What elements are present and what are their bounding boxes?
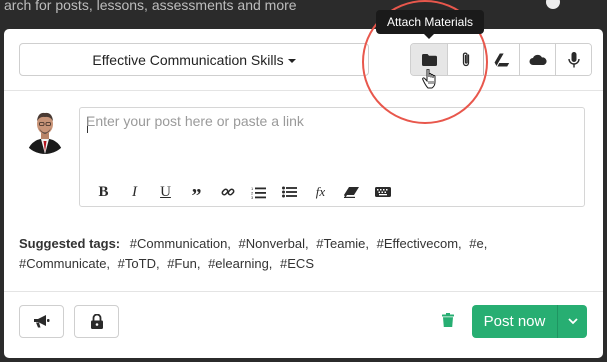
header-divider [4, 90, 603, 91]
tag-link[interactable]: #ToTD, [118, 256, 160, 271]
folder-icon [421, 53, 437, 66]
bullet-list-icon [282, 186, 297, 198]
create-post-dialog: Effective Communication Skills Enter you… [4, 29, 603, 358]
microphone-icon [567, 51, 580, 67]
topic-select[interactable]: Effective Communication Skills [19, 43, 369, 76]
paperclip-icon [462, 52, 469, 67]
eraser-icon [344, 186, 359, 198]
record-audio-button[interactable] [555, 44, 591, 75]
tag-link[interactable]: #Communicate, [19, 256, 110, 271]
chevron-down-icon [567, 318, 578, 325]
link-icon [221, 188, 234, 196]
onedrive-cloud-icon [529, 54, 547, 65]
footer-divider [4, 291, 603, 292]
post-now-label: Post now [483, 313, 546, 330]
tag-link[interactable]: #Fun, [167, 256, 200, 271]
post-editor: B I U ” 123 fx [79, 107, 585, 207]
italic-button[interactable]: I [119, 182, 150, 202]
tag-link[interactable]: #Nonverbal, [239, 236, 309, 251]
attach-materials-tooltip: Attach Materials [376, 10, 484, 39]
formula-button[interactable]: fx [305, 182, 336, 202]
bold-button[interactable]: B [88, 182, 119, 202]
tag-link[interactable]: #elearning, [208, 256, 272, 271]
suggested-tags-label: Suggested tags: [19, 236, 121, 251]
background-search-hint: arch for posts, lessons, assessments and… [4, 0, 297, 13]
ordered-list-icon: 123 [251, 186, 266, 199]
post-textarea[interactable] [86, 113, 576, 173]
underline-button[interactable]: U [150, 182, 181, 202]
topic-select-value: Effective Communication Skills [92, 51, 284, 68]
google-drive-icon [493, 52, 510, 67]
suggested-tags: Suggested tags: #Communication, #Nonverb… [19, 234, 589, 274]
megaphone-icon [33, 315, 49, 328]
insert-link-button[interactable] [212, 182, 243, 202]
trash-icon [442, 313, 454, 327]
onedrive-button[interactable] [519, 44, 555, 75]
tag-link[interactable]: #ECS [280, 256, 314, 271]
ordered-list-button[interactable]: 123 [243, 182, 274, 202]
google-drive-button[interactable] [483, 44, 519, 75]
keyboard-button[interactable] [367, 182, 398, 202]
hand-pointer-cursor-icon [422, 68, 438, 94]
caret-down-icon [287, 58, 296, 63]
lock-icon [90, 314, 103, 329]
blockquote-button[interactable]: ” [181, 182, 212, 207]
info-icon [546, 0, 560, 9]
announcement-button[interactable] [19, 305, 64, 338]
clear-format-button[interactable] [336, 182, 367, 202]
privacy-lock-button[interactable] [74, 305, 119, 338]
discard-post-button[interactable] [442, 313, 454, 332]
post-options-dropdown[interactable] [558, 318, 587, 325]
tag-link[interactable]: #Teamie, [316, 236, 369, 251]
keyboard-icon [374, 187, 391, 197]
tag-link[interactable]: #Effectivecom, [377, 236, 462, 251]
tag-link[interactable]: #Communication, [130, 236, 231, 251]
post-now-button[interactable]: Post now [472, 305, 587, 338]
bullet-list-button[interactable] [274, 182, 305, 202]
svg-text:3: 3 [251, 195, 254, 199]
attach-file-button[interactable] [447, 44, 483, 75]
formatting-toolbar: B I U ” 123 fx [88, 182, 398, 207]
user-avatar [21, 106, 69, 154]
tag-link[interactable]: #e, [469, 236, 487, 251]
